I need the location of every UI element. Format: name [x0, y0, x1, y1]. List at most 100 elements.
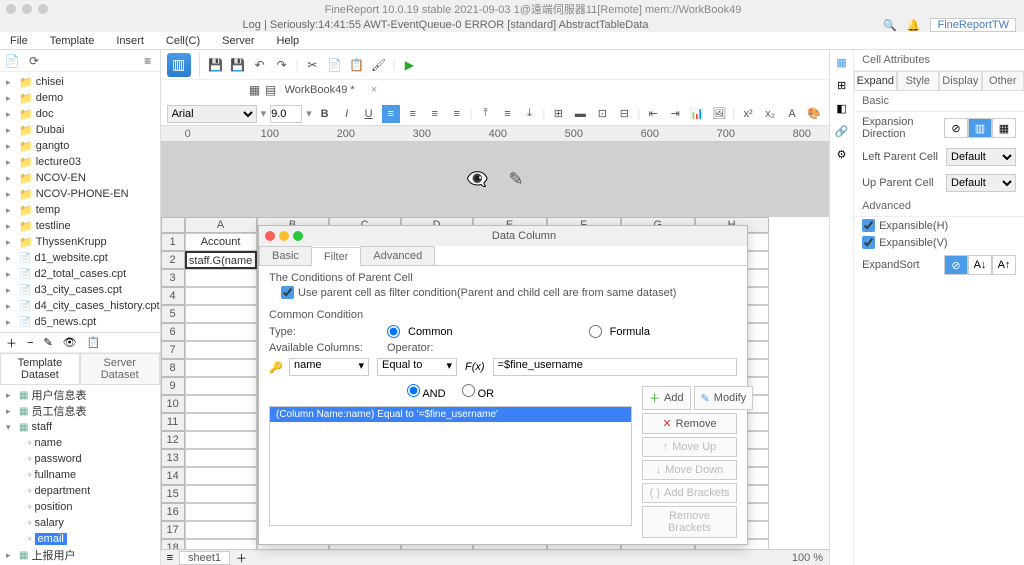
dataset-column[interactable]: ▫email — [0, 531, 160, 547]
link-icon[interactable]: 🔗 — [835, 125, 849, 138]
row-header[interactable]: 9 — [161, 377, 185, 395]
cell[interactable]: Account — [185, 233, 257, 251]
tree-item[interactable]: ▸📄d3_city_cases.cpt — [0, 282, 160, 298]
cell[interactable]: staff.G(name — [185, 251, 257, 269]
form-icon[interactable]: ▤ — [263, 82, 279, 98]
widget-icon[interactable]: ◧ — [836, 102, 846, 115]
dataset-column[interactable]: ▫position — [0, 499, 160, 515]
dataset-column[interactable]: ▫department — [0, 483, 160, 499]
and-radio[interactable] — [407, 384, 420, 397]
cell[interactable] — [185, 269, 257, 287]
mac-close[interactable] — [6, 4, 16, 14]
row-header[interactable]: 7 — [161, 341, 185, 359]
menu-cell[interactable]: Cell(C) — [166, 35, 200, 47]
dataset-item[interactable]: ▸▦用户信息表 — [0, 387, 160, 403]
align-justify-icon[interactable]: ≡ — [448, 105, 466, 123]
pen-icon[interactable]: ✎ — [509, 169, 524, 190]
tab-template-dataset[interactable]: Template Dataset — [0, 353, 80, 385]
account-button[interactable]: FineReportTW — [930, 18, 1016, 32]
underline-icon[interactable]: U — [360, 105, 378, 123]
indent-inc-icon[interactable]: ⇥ — [666, 105, 684, 123]
col-header[interactable]: A — [185, 217, 257, 233]
dataset-column[interactable]: ▫name — [0, 435, 160, 451]
moveup-button[interactable]: ↑ Move Up — [642, 437, 737, 457]
more-icon[interactable]: ⚙ — [837, 148, 847, 161]
tree-item[interactable]: ▸📄d5_news.cpt — [0, 314, 160, 330]
saveall-icon[interactable]: 💾 — [230, 57, 246, 73]
tree-item[interactable]: ▸📄d2_total_cases.cpt — [0, 266, 160, 282]
dataset-column[interactable]: ▫salary — [0, 515, 160, 531]
eye-off-icon[interactable]: 👁‍🗨 — [466, 169, 488, 190]
column-select[interactable]: name▾ — [289, 358, 369, 376]
add-button[interactable]: ＋Add — [642, 386, 691, 410]
left-parent-select[interactable]: Default — [946, 148, 1016, 166]
italic-icon[interactable]: I — [338, 105, 356, 123]
grid-icon[interactable]: ▦ — [247, 82, 263, 98]
search-icon[interactable]: 🔍 — [883, 19, 897, 32]
fill-icon[interactable]: ▬ — [571, 105, 589, 123]
row-header[interactable]: 5 — [161, 305, 185, 323]
movedown-button[interactable]: ↓ Move Down — [642, 460, 737, 480]
sup-icon[interactable]: x² — [739, 105, 757, 123]
row-header[interactable]: 16 — [161, 503, 185, 521]
align-center-icon[interactable]: ≡ — [404, 105, 422, 123]
cut-icon[interactable]: ✂ — [304, 57, 320, 73]
dataset-item[interactable]: ▸▦上报用户 — [0, 547, 160, 563]
valign-bot-icon[interactable]: ⤓ — [521, 105, 539, 123]
row-header[interactable]: 14 — [161, 467, 185, 485]
cell[interactable] — [185, 341, 257, 359]
valign-top-icon[interactable]: ⤒ — [477, 105, 495, 123]
add-sheet-icon[interactable]: ＋ — [236, 550, 247, 565]
undo-icon[interactable]: ↶ — [252, 57, 268, 73]
row-header[interactable]: 1 — [161, 233, 185, 251]
exp-v-button[interactable]: ▥ — [968, 118, 992, 138]
cell[interactable] — [185, 323, 257, 341]
dataset-item[interactable]: ▾▦staff — [0, 419, 160, 435]
modify-button[interactable]: ✎Modify — [694, 386, 754, 410]
copy-ds-icon[interactable]: 📋 — [87, 336, 101, 349]
sort-none-button[interactable]: ⊘ — [944, 255, 968, 275]
brush-icon[interactable]: 🖌 — [370, 57, 386, 73]
paste-icon[interactable]: 📋 — [348, 57, 364, 73]
tree-item[interactable]: ▸📁doc — [0, 106, 160, 122]
menu-help[interactable]: Help — [277, 35, 300, 47]
font-size-input[interactable] — [270, 105, 302, 123]
tab-expand[interactable]: Expand — [854, 71, 896, 91]
tree-item[interactable]: ▸📁chisei — [0, 74, 160, 90]
remove-button[interactable]: ✕Remove — [642, 413, 737, 434]
row-header[interactable]: 11 — [161, 413, 185, 431]
cell[interactable] — [185, 287, 257, 305]
bell-icon[interactable]: 🔔 — [907, 19, 921, 32]
preview-icon[interactable]: ▶ — [401, 57, 417, 73]
or-radio[interactable] — [462, 384, 475, 397]
cell-attr-icon[interactable]: ▦ — [836, 56, 846, 69]
del-ds-icon[interactable]: − — [27, 337, 33, 349]
cell[interactable] — [185, 467, 257, 485]
exp-none-button[interactable]: ⊘ — [944, 118, 968, 138]
tree-item[interactable]: ▸📁NCOV-EN — [0, 170, 160, 186]
row-header[interactable]: 17 — [161, 521, 185, 539]
border-icon[interactable]: ⊞ — [549, 105, 567, 123]
report-mode-icon[interactable]: ▥ — [167, 53, 191, 77]
collapse-icon[interactable]: ≡ — [140, 53, 156, 69]
exp-h-checkbox[interactable] — [862, 219, 875, 232]
sort-asc-button[interactable]: A↓ — [968, 255, 992, 275]
merge-icon[interactable]: ⊡ — [593, 105, 611, 123]
row-header[interactable]: 10 — [161, 395, 185, 413]
tree-item[interactable]: ▸📁testline — [0, 218, 160, 234]
addbrackets-button[interactable]: ( ) Add Brackets — [642, 483, 737, 503]
chart-icon[interactable]: 📊 — [688, 105, 706, 123]
tree-item[interactable]: ▸📁ThyssenKrupp — [0, 234, 160, 250]
cell[interactable] — [185, 395, 257, 413]
operator-select[interactable]: Equal to▾ — [377, 358, 457, 376]
refresh-icon[interactable]: ⟳ — [26, 53, 42, 69]
font-name-select[interactable]: Arial — [167, 105, 257, 123]
row-header[interactable]: 4 — [161, 287, 185, 305]
mac-min[interactable] — [22, 4, 32, 14]
fx-icon[interactable]: F(x) — [465, 361, 485, 373]
row-header[interactable]: 6 — [161, 323, 185, 341]
removebrackets-button[interactable]: Remove Brackets — [642, 506, 737, 538]
row-header[interactable]: 2 — [161, 251, 185, 269]
tree-item[interactable]: ▸📄d1_website.cpt — [0, 250, 160, 266]
save-icon[interactable]: 💾 — [208, 57, 224, 73]
